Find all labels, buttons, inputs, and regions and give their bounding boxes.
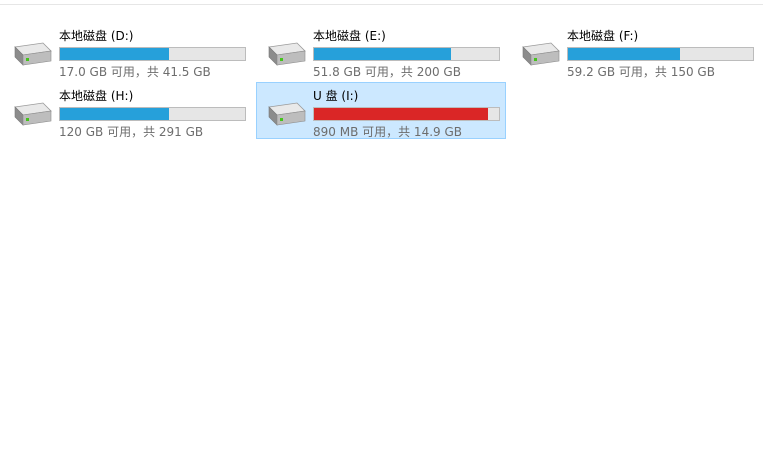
usage-bar — [59, 47, 246, 61]
usage-bar-fill — [568, 48, 680, 60]
usage-bar — [59, 107, 246, 121]
drive-tile-h[interactable]: 本地磁盘 (H:) 120 GB 可用，共 291 GB — [2, 82, 252, 139]
drive-name: 本地磁盘 (D:) — [59, 29, 134, 43]
free-space-text: 120 GB 可用，共 291 GB — [59, 125, 204, 139]
drive-tile-i[interactable]: U 盘 (I:) 890 MB 可用，共 14.9 GB — [256, 82, 506, 139]
drive-tile-d[interactable]: 本地磁盘 (D:) 17.0 GB 可用，共 41.5 GB — [2, 22, 252, 79]
usage-bar — [313, 107, 500, 121]
free-space-text: 17.0 GB 可用，共 41.5 GB — [59, 65, 211, 79]
usage-bar-fill — [314, 48, 451, 60]
hard-drive-icon — [522, 42, 560, 66]
usb-drive-icon — [268, 102, 306, 126]
usage-bar — [567, 47, 754, 61]
drive-name: U 盘 (I:) — [313, 89, 359, 103]
drive-name: 本地磁盘 (E:) — [313, 29, 386, 43]
hard-drive-icon — [14, 102, 52, 126]
usage-bar — [313, 47, 500, 61]
drive-tile-f[interactable]: 本地磁盘 (F:) 59.2 GB 可用，共 150 GB — [510, 22, 760, 79]
drive-name: 本地磁盘 (H:) — [59, 89, 134, 103]
free-space-text: 59.2 GB 可用，共 150 GB — [567, 65, 715, 79]
usage-bar-fill — [314, 108, 489, 120]
drive-name: 本地磁盘 (F:) — [567, 29, 639, 43]
hard-drive-icon — [268, 42, 306, 66]
hard-drive-icon — [14, 42, 52, 66]
free-space-text: 51.8 GB 可用，共 200 GB — [313, 65, 461, 79]
usage-bar-fill — [60, 48, 170, 60]
free-space-text: 890 MB 可用，共 14.9 GB — [313, 125, 462, 139]
top-divider — [0, 4, 763, 5]
drive-tile-e[interactable]: 本地磁盘 (E:) 51.8 GB 可用，共 200 GB — [256, 22, 506, 79]
usage-bar-fill — [60, 108, 169, 120]
